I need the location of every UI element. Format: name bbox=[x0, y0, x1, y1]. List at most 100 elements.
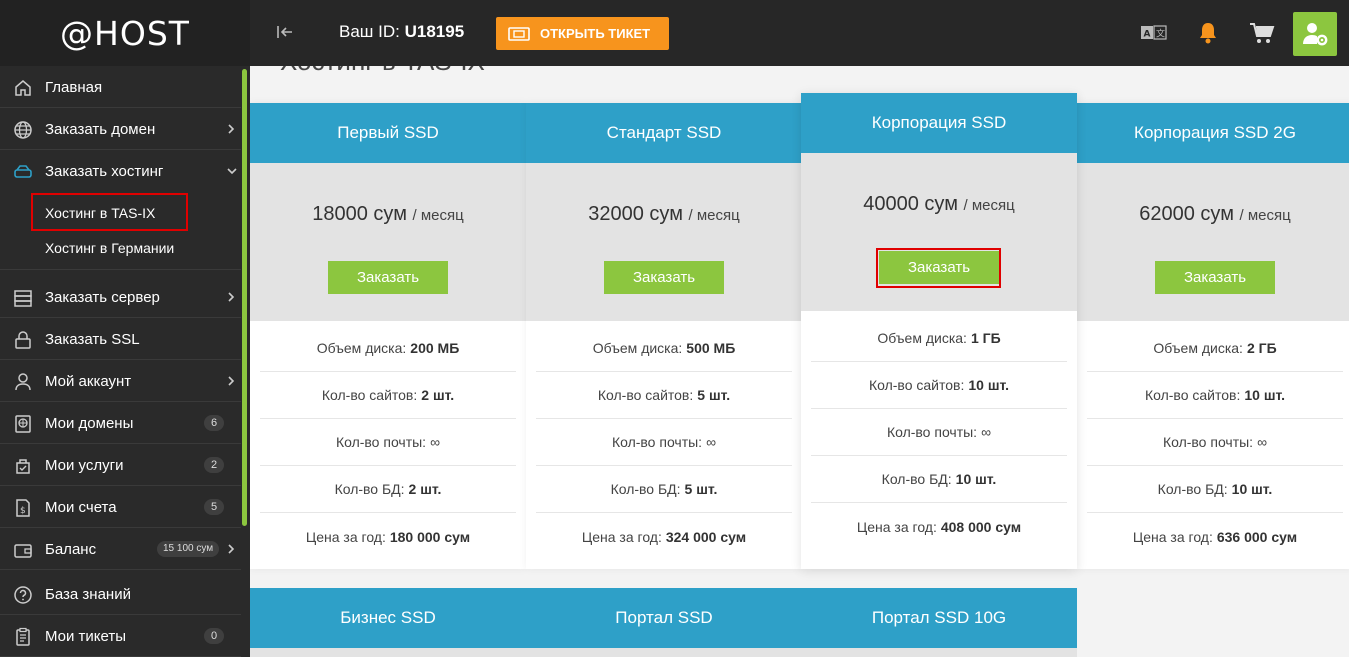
feature-label: Кол-во БД: bbox=[610, 481, 681, 497]
sidebar-item-my-tickets[interactable]: Мои тикеты 0 bbox=[0, 615, 241, 657]
feature-disk: Объем диска: 500 МБ bbox=[536, 325, 792, 372]
cart-icon[interactable] bbox=[1249, 21, 1275, 50]
feature-value: ∞ bbox=[430, 434, 441, 450]
highlight-box bbox=[31, 193, 188, 231]
user-settings-button[interactable] bbox=[1293, 12, 1337, 56]
feature-value: 5 шт. bbox=[697, 387, 731, 403]
sidebar-item-order-domain[interactable]: Заказать домен bbox=[0, 108, 241, 150]
feature-mail: Кол-во почты: ∞ bbox=[260, 419, 516, 466]
feature-value: 2 ГБ bbox=[1246, 340, 1277, 356]
feature-value: 500 МБ bbox=[686, 340, 736, 356]
highlight-box bbox=[876, 248, 1001, 288]
sidebar-item-order-hosting[interactable]: Заказать хостинг bbox=[0, 150, 241, 192]
price-unit: / месяц bbox=[963, 197, 1015, 214]
price-unit: / месяц bbox=[688, 207, 740, 224]
wallet-icon bbox=[14, 544, 32, 558]
sidebar: Главная Заказать домен Заказать хостинг … bbox=[0, 66, 250, 657]
feature-disk: Объем диска: 2 ГБ bbox=[1087, 325, 1343, 372]
count-badge: 2 bbox=[204, 457, 224, 473]
feature-mail: Кол-во почты: ∞ bbox=[1087, 419, 1343, 466]
bell-icon[interactable] bbox=[1197, 21, 1219, 50]
feature-year-price: Цена за год: 324 000 сум bbox=[536, 513, 792, 560]
order-button[interactable]: Заказать bbox=[1155, 261, 1275, 294]
plan-card: Портал SSD 10G bbox=[801, 588, 1077, 657]
feature-sites: Кол-во сайтов: 10 шт. bbox=[811, 362, 1067, 409]
sidebar-item-label: Главная bbox=[45, 79, 103, 96]
sidebar-scrollbar[interactable] bbox=[242, 69, 247, 526]
feature-label: Кол-во сайтов: bbox=[1144, 387, 1241, 403]
order-button[interactable]: Заказать bbox=[328, 261, 448, 294]
feature-label: Объем диска: bbox=[1153, 340, 1243, 356]
price-unit: / месяц bbox=[412, 207, 464, 224]
invoice-icon: $ bbox=[16, 499, 30, 517]
feature-label: Цена за год: bbox=[305, 528, 386, 545]
feature-value: 10 шт. bbox=[1231, 481, 1273, 497]
logo[interactable]: @HOST bbox=[0, 0, 250, 66]
globe-icon bbox=[14, 121, 32, 139]
sidebar-item-home[interactable]: Главная bbox=[0, 66, 241, 108]
open-ticket-button[interactable]: ОТКРЫТЬ ТИКЕТ bbox=[496, 17, 669, 50]
plan-price: 18000 сум / месяц bbox=[250, 203, 526, 226]
feature-value: 10 шт. bbox=[968, 377, 1010, 393]
price-box bbox=[526, 648, 802, 657]
feature-label: Объем диска: bbox=[592, 340, 683, 356]
lock-icon bbox=[15, 331, 31, 349]
feature-value: 2 шт. bbox=[408, 481, 442, 497]
plan-name: Первый SSD bbox=[250, 103, 526, 163]
price-box bbox=[250, 648, 526, 657]
plan-name: Стандарт SSD bbox=[526, 103, 802, 163]
sidebar-item-balance[interactable]: Баланс 15 100 сум bbox=[0, 528, 241, 570]
services-icon bbox=[16, 459, 30, 474]
plan-card: Бизнес SSD bbox=[250, 588, 526, 657]
feature-value: 10 шт. bbox=[955, 471, 997, 487]
question-icon bbox=[14, 586, 32, 604]
plan-card-featured: Корпорация SSD 40000 сум / месяц Заказат… bbox=[801, 93, 1077, 569]
sidebar-item-label: Заказать домен bbox=[45, 121, 156, 138]
feature-value: ∞ bbox=[706, 434, 717, 450]
translate-icon[interactable]: A文 bbox=[1140, 24, 1168, 47]
balance-badge: 15 100 сум bbox=[157, 541, 220, 557]
price-box bbox=[801, 648, 1077, 657]
sidebar-subitem-hosting-germany[interactable]: Хостинг в Германии bbox=[0, 232, 241, 270]
count-badge: 6 bbox=[204, 415, 224, 431]
feature-value: 10 шт. bbox=[1244, 387, 1286, 403]
user-id-value: U18195 bbox=[404, 22, 465, 41]
feature-label: Кол-во почты: bbox=[335, 434, 427, 450]
plan-name: Бизнес SSD bbox=[250, 588, 526, 648]
feature-label: Объем диска: bbox=[316, 340, 407, 356]
collapse-sidebar-icon[interactable] bbox=[272, 20, 300, 46]
feature-value: 408 000 сум bbox=[940, 518, 1022, 535]
chevron-down-icon bbox=[227, 168, 237, 175]
plan-card: Первый SSD 18000 сум / месяц Заказать Об… bbox=[250, 103, 526, 569]
main-content: Хостинг в TAS-IX Первый SSD 18000 сум / … bbox=[250, 66, 1349, 657]
sidebar-item-order-ssl[interactable]: Заказать SSL bbox=[0, 318, 241, 360]
feature-year-price: Цена за год: 408 000 сум bbox=[811, 503, 1067, 550]
sidebar-item-my-invoices[interactable]: $ Мои счета 5 bbox=[0, 486, 241, 528]
price-value: 32000 сум bbox=[588, 203, 683, 225]
sidebar-subitem-label: Хостинг в Германии bbox=[45, 240, 175, 256]
sidebar-item-my-services[interactable]: Мои услуги 2 bbox=[0, 444, 241, 486]
sidebar-item-my-domains[interactable]: Мои домены 6 bbox=[0, 402, 241, 444]
sidebar-item-my-account[interactable]: Мой аккаунт bbox=[0, 360, 241, 402]
sidebar-item-order-server[interactable]: Заказать сервер bbox=[0, 276, 241, 318]
price-box: 18000 сум / месяц Заказать bbox=[250, 163, 526, 321]
feature-label: Кол-во почты: bbox=[1162, 434, 1254, 450]
user-id-label: Ваш ID: bbox=[339, 22, 400, 41]
order-button[interactable]: Заказать bbox=[604, 261, 724, 294]
plan-price: 40000 сум / месяц bbox=[801, 193, 1077, 216]
svg-text:$: $ bbox=[20, 506, 26, 516]
feature-sites: Кол-во сайтов: 5 шт. bbox=[536, 372, 792, 419]
feature-value: 324 000 сум bbox=[665, 528, 747, 545]
svg-text:A: A bbox=[1144, 30, 1151, 40]
sidebar-item-label: Мои счета bbox=[45, 499, 117, 516]
plan-price: 62000 сум / месяц bbox=[1077, 203, 1349, 226]
ticket-icon bbox=[508, 26, 530, 41]
plan-name: Корпорация SSD 2G bbox=[1077, 103, 1349, 163]
sidebar-item-label: Мои услуги bbox=[45, 457, 124, 474]
feature-label: Кол-во БД: bbox=[334, 481, 405, 497]
price-value: 40000 сум bbox=[863, 193, 958, 215]
feature-label: Кол-во сайтов: bbox=[868, 377, 965, 393]
sidebar-item-knowledge-base[interactable]: База знаний bbox=[0, 573, 241, 615]
feature-value: 200 МБ bbox=[410, 340, 460, 356]
feature-db: Кол-во БД: 10 шт. bbox=[811, 456, 1067, 503]
